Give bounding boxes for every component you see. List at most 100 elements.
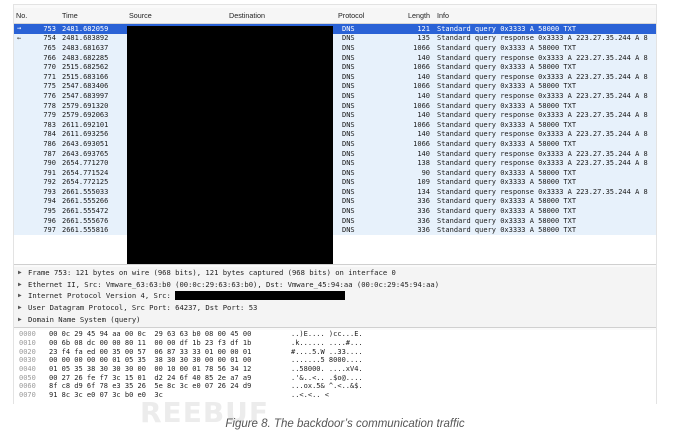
packet-info: Standard query response 0x3333 A 223.27.… [437, 149, 648, 158]
redacted-destination-column [225, 26, 333, 264]
packet-row[interactable]: 784 2611.693256 DNS 140 Standard query respo… [14, 129, 656, 140]
hex-row[interactable]: 0060 8f c8 d9 6f 78 e3 35 26 5e 8c 3c e0 … [14, 382, 656, 391]
hex-offset: 0030 [19, 356, 36, 365]
column-header-length[interactable]: Length [394, 11, 434, 20]
packet-row[interactable]: 786 2643.693051 DNS 1066 Standard query 0x33… [14, 139, 656, 149]
packet-length: 140 [417, 72, 430, 81]
detail-ipv4[interactable]: ▶ Internet Protocol Version 4, Src: [14, 290, 656, 302]
packet-info: Standard query 0x3333 A 58000 TXT [437, 24, 577, 33]
redacted-ip [174, 291, 345, 301]
packet-info: Standard query 0x3333 A 58000 TXT [437, 207, 577, 216]
hex-offset: 0070 [19, 391, 36, 400]
packet-row[interactable]: 765 2483.681637 DNS 1066 Standard query 0x33… [14, 43, 656, 53]
hex-row[interactable]: 0010 00 6b 08 dc 00 00 80 11 00 00 df 1b … [14, 339, 656, 348]
expand-triangle-icon[interactable]: ▶ [18, 281, 28, 288]
packet-row[interactable]: ← 754 2481.683892 DNS 135 Standard query resp… [14, 33, 656, 44]
hex-row[interactable]: 0000 00 0c 29 45 94 aa 00 0c 29 63 63 b0 … [14, 330, 656, 339]
packet-length: 134 [417, 187, 430, 196]
packet-length: 1066 [413, 63, 430, 72]
packet-info: Standard query response 0x3333 A 223.27.… [437, 34, 648, 43]
packet-length: 1066 [413, 82, 430, 91]
figure-caption: Figure 8. The backdoor’s communication t… [225, 418, 465, 430]
packet-row[interactable]: 792 2654.772125 DNS 109 Standard query 0x333… [14, 177, 656, 188]
packet-protocol: DNS [342, 53, 355, 62]
packet-row[interactable]: 783 2611.692101 DNS 1066 Standard query 0x33… [14, 119, 656, 130]
packet-protocol: DNS [342, 168, 355, 177]
detail-frame[interactable]: ▶ Frame 753: 121 bytes on wire (968 bits… [14, 267, 656, 279]
packet-row[interactable]: 776 2547.683997 DNS 140 Standard query respo… [14, 91, 656, 101]
hex-row[interactable]: 0030 00 00 00 00 00 01 05 35 38 30 30 30 … [14, 356, 656, 365]
packet-row[interactable]: 793 2661.555033 DNS 134 Standard query respo… [14, 187, 656, 197]
packet-no: 787 [43, 149, 56, 158]
packet-no: 790 [43, 159, 56, 168]
packet-row[interactable]: 790 2654.771270 DNS 138 Standard query respo… [14, 158, 656, 168]
packet-length: 1066 [413, 43, 430, 52]
detail-ethernet-text: Ethernet II, Src: Vmware_63:63:b0 (00:0c… [28, 279, 440, 289]
detail-frame-text: Frame 753: 121 bytes on wire (968 bits),… [28, 268, 396, 278]
hex-row[interactable]: 0020 23 f4 fa ed 00 35 00 57 06 87 33 33 … [14, 347, 656, 356]
packet-details-pane: ▶ Frame 753: 121 bytes on wire (968 bits… [14, 267, 656, 328]
packet-no: 771 [43, 72, 56, 81]
packet-time: 2643.693051 [62, 139, 109, 148]
packet-length: 140 [417, 53, 430, 62]
packet-row[interactable]: 771 2515.683166 DNS 140 Standard query respo… [14, 71, 656, 82]
packet-row[interactable]: 766 2483.682285 DNS 140 Standard query respo… [14, 52, 656, 63]
hex-row[interactable]: 0050 00 27 26 fe f7 3c 15 01 d2 24 6f 40 … [14, 373, 656, 382]
packet-time: 2661.555266 [62, 197, 109, 206]
hex-bytes: 00 00 00 00 00 01 05 35 38 30 30 30 00 0… [49, 356, 252, 365]
detail-ipv4-text: Internet Protocol Version 4, Src: [28, 291, 171, 301]
packet-length: 138 [417, 159, 430, 168]
packet-no: 776 [43, 91, 56, 100]
column-header-no[interactable]: No. [14, 11, 60, 20]
packet-row[interactable]: → 753 2481.682059 DNS 121 Standard query 0x33… [14, 24, 656, 34]
packet-time: 2661.555676 [62, 216, 109, 225]
packet-length: 90 [421, 168, 430, 177]
packet-info: Standard query 0x3333 A 58000 TXT [437, 226, 577, 235]
packet-length: 109 [417, 178, 430, 187]
packet-protocol: DNS [342, 34, 355, 43]
packet-row[interactable]: 770 2515.682562 DNS 1066 Standard query 0x33… [14, 62, 656, 72]
packet-row[interactable]: 778 2579.691320 DNS 1066 Standard query 0x33… [14, 100, 656, 111]
hex-ascii: ..<.<.. < [291, 391, 329, 400]
hex-bytes: 00 27 26 fe f7 3c 15 01 d2 24 6f 40 85 2… [49, 373, 252, 382]
detail-udp-text: User Datagram Protocol, Src Port: 64237,… [28, 303, 258, 313]
redacted-source-column [127, 26, 225, 264]
hex-offset: 0000 [19, 330, 36, 339]
hex-row[interactable]: 0040 01 05 35 38 30 30 30 00 00 10 00 01 … [14, 365, 656, 374]
expand-triangle-icon[interactable]: ▶ [18, 316, 28, 323]
detail-dns-text: Domain Name System (query) [28, 314, 141, 324]
expand-triangle-icon[interactable]: ▶ [18, 304, 28, 311]
detail-dns[interactable]: ▶ Domain Name System (query) [14, 313, 656, 325]
packet-row[interactable]: 775 2547.683406 DNS 1066 Standard query 0x33… [14, 81, 656, 92]
packet-no: 766 [43, 53, 56, 62]
packet-row[interactable]: 791 2654.771524 DNS 90 Standard query 0x3333… [14, 167, 656, 178]
packet-protocol: DNS [342, 72, 355, 81]
expand-triangle-icon[interactable]: ▶ [18, 292, 28, 299]
column-header-time[interactable]: Time [60, 11, 127, 20]
packet-time: 2611.692101 [62, 120, 109, 129]
packet-no: 778 [43, 101, 56, 110]
hex-offset: 0010 [19, 339, 36, 348]
packet-row[interactable]: 797 2661.555816 DNS 336 Standard query 0x333… [14, 225, 656, 236]
column-header-destination[interactable]: Destination [227, 11, 336, 20]
packet-list-pane: No. Time Source Destination Protocol Len… [14, 8, 656, 265]
packet-time: 2515.682562 [62, 63, 109, 72]
hex-bytes: 00 0c 29 45 94 aa 00 0c 29 63 63 b0 08 0… [49, 330, 252, 339]
detail-ethernet[interactable]: ▶ Ethernet II, Src: Vmware_63:63:b0 (00:… [14, 279, 656, 291]
packet-row[interactable]: 794 2661.555266 DNS 336 Standard query 0x333… [14, 196, 656, 207]
packet-row[interactable]: 796 2661.555676 DNS 336 Standard query 0x333… [14, 215, 656, 226]
hex-row[interactable]: 0070 91 8c 3c e0 07 3c b0 e0 3c ..<.<.. < [14, 391, 656, 400]
expand-triangle-icon[interactable]: ▶ [18, 269, 28, 276]
packet-no: 794 [43, 197, 56, 206]
packet-row[interactable]: 779 2579.692063 DNS 140 Standard query respo… [14, 110, 656, 120]
packet-info: Standard query 0x3333 A 58000 TXT [437, 216, 577, 225]
packet-time: 2483.681637 [62, 43, 109, 52]
detail-udp[interactable]: ▶ User Datagram Protocol, Src Port: 6423… [14, 302, 656, 314]
column-header-info[interactable]: Info [434, 11, 656, 20]
packet-row[interactable]: 795 2661.555472 DNS 336 Standard query 0x333… [14, 206, 656, 216]
hex-offset: 0040 [19, 365, 36, 374]
column-header-source[interactable]: Source [127, 11, 227, 20]
packet-row[interactable]: 787 2643.693765 DNS 140 Standard query respo… [14, 148, 656, 159]
column-header-protocol[interactable]: Protocol [336, 11, 394, 20]
packet-no: 797 [43, 226, 56, 235]
